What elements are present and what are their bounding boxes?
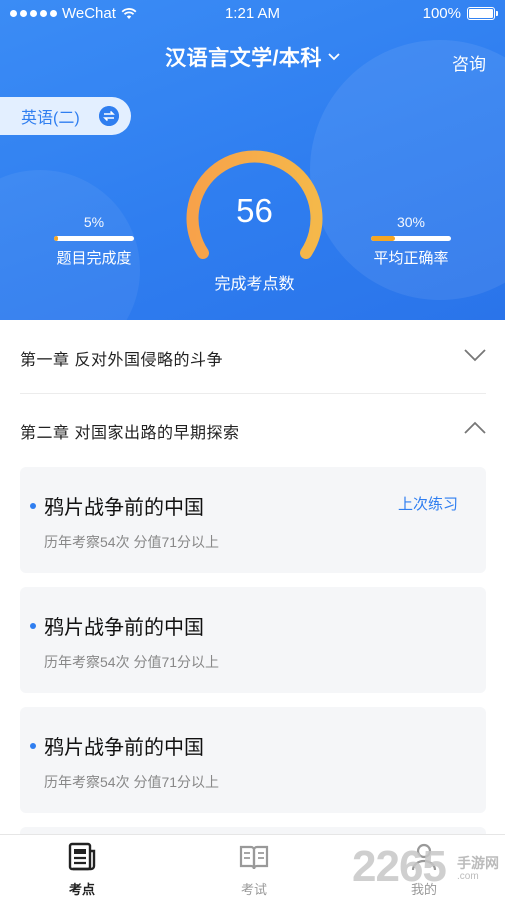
chevron-up-icon — [464, 421, 486, 434]
avg-accuracy-stat: 30% 平均正确率 — [371, 214, 451, 268]
tab-label: 考点 — [68, 882, 95, 897]
completed-points-label: 完成考点数 — [214, 276, 295, 293]
major-selector[interactable]: 汉语言文学/本科 — [0, 42, 505, 72]
topic-card[interactable]: 鸦片战争前的中国 历年考察54次 分值71分以上 — [20, 587, 486, 693]
completed-points-value: 56 — [236, 192, 273, 229]
avg-accuracy-label: 平均正确率 — [373, 250, 449, 267]
chapter-row[interactable]: 第一章 反对外国侵略的斗争 — [20, 322, 486, 394]
tab-label: 考试 — [240, 882, 267, 897]
chapter-title: 第二章 对国家出路的早期探索 — [20, 425, 240, 442]
question-completion-label: 题目完成度 — [56, 250, 132, 267]
question-completion-stat: 5% 题目完成度 — [54, 214, 134, 268]
last-practice-link[interactable]: 上次练习 — [398, 493, 458, 514]
chapter-title: 第一章 反对外国侵略的斗争 — [20, 351, 223, 369]
chevron-down-icon — [464, 349, 486, 362]
swap-icon — [99, 106, 119, 126]
consult-button[interactable]: 咨询 — [452, 50, 486, 75]
major-title: 汉语言文学/本科 — [165, 47, 322, 70]
question-completion-percent: 5% — [83, 214, 105, 230]
topic-meta: 历年考察54次 分值71分以上 — [44, 654, 220, 670]
watermark-text: 手游网 — [457, 855, 499, 871]
topic-card[interactable]: 鸦片战争前的中国 历年考察54次 分值71分以上 — [20, 707, 486, 813]
bullet-dot — [30, 743, 36, 749]
topic-card[interactable]: 鸦片战争前的中国 历年考察54次 分值71分以上 上次练习 — [20, 467, 486, 573]
tab-kaoshi[interactable]: 考试 — [214, 841, 294, 898]
topic-meta: 历年考察54次 分值71分以上 — [44, 534, 220, 550]
open-book-icon — [239, 845, 269, 870]
topic-title: 鸦片战争前的中国 — [44, 497, 204, 519]
header-hero: WeChat 1:21 AM 100% 汉语言文学/本科 咨询 英语(二) 56… — [0, 0, 505, 320]
avg-accuracy-percent: 30% — [396, 214, 426, 230]
watermark-logo: 2265 — [352, 842, 447, 891]
watermark-url: .com — [457, 871, 479, 882]
status-bar: WeChat 1:21 AM 100% — [0, 0, 505, 28]
topic-meta: 历年考察54次 分值71分以上 — [44, 774, 220, 790]
bullet-dot — [30, 623, 36, 629]
battery-percent: 100% — [422, 5, 461, 22]
topic-title: 鸦片战争前的中国 — [44, 617, 204, 639]
newspaper-icon — [68, 842, 96, 871]
question-completion-bar — [54, 236, 134, 241]
subject-label: 英语(二) — [21, 110, 80, 127]
chapter-row[interactable]: 第二章 对国家出路的早期探索 — [20, 395, 486, 467]
tab-kaodian[interactable]: 考点 — [42, 841, 122, 898]
topic-title: 鸦片战争前的中国 — [44, 737, 204, 759]
avg-accuracy-bar — [371, 236, 451, 241]
chevron-down-icon — [328, 53, 340, 61]
bullet-dot — [30, 503, 36, 509]
battery-icon — [467, 7, 498, 20]
subject-switch-button[interactable]: 英语(二) — [0, 97, 131, 135]
